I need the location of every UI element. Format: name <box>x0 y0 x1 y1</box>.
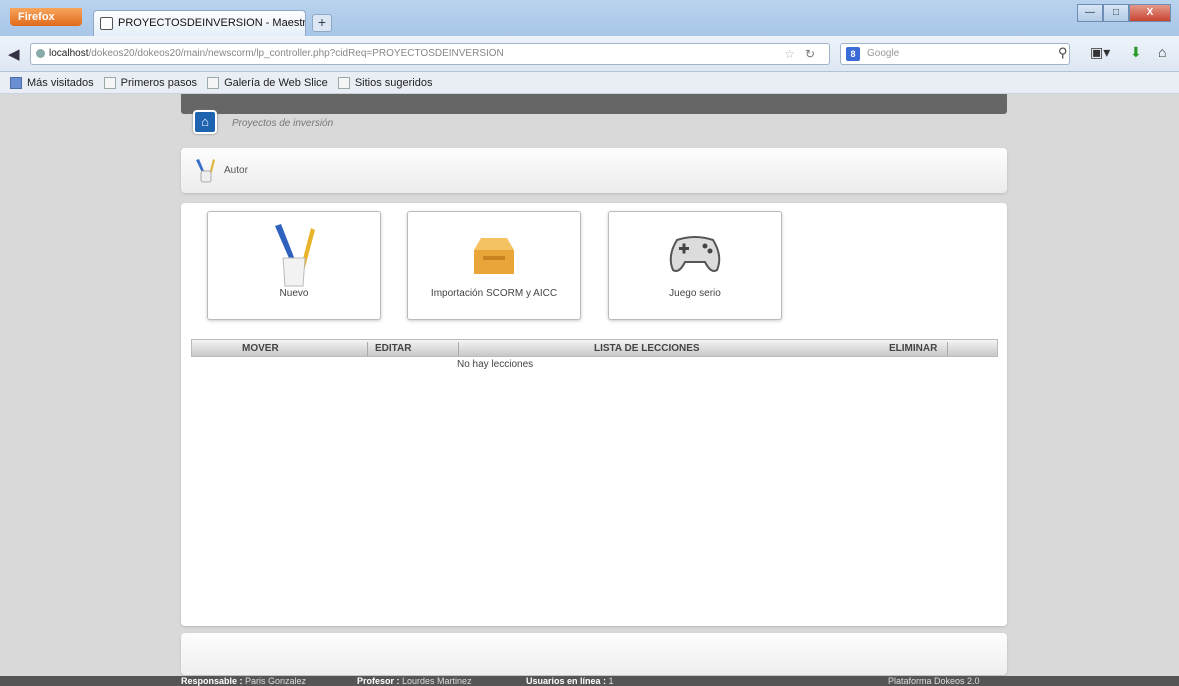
breadcrumb[interactable]: Proyectos de inversión <box>232 118 333 129</box>
column-header: LISTA DE LECCIONES <box>594 343 700 354</box>
footer-platform: Plataforma Dokeos 2.0 <box>888 676 980 686</box>
bookmark-item[interactable]: Más visitados <box>10 76 94 89</box>
home-icon[interactable]: ⌂ <box>1158 44 1166 60</box>
section-title: Autor <box>224 165 248 176</box>
lessons-table-header: MOVER EDITAR LISTA DE LECCIONES ELIMINAR <box>191 339 998 357</box>
reload-icon[interactable]: ↻ <box>805 44 815 64</box>
gamepad-icon <box>669 236 721 272</box>
footer-usuarios: Usuarios en línea : 1 <box>526 676 614 686</box>
bookmark-item[interactable]: Sitios sugeridos <box>337 76 432 89</box>
bookmark-icon <box>10 76 22 89</box>
empty-table-message: No hay lecciones <box>457 359 534 370</box>
firefox-menu-button[interactable]: Firefox <box>10 8 82 26</box>
column-header: ELIMINAR <box>889 343 938 354</box>
section-header: Autor <box>181 148 1007 193</box>
url-host: localhost <box>49 48 89 59</box>
site-identity-icon[interactable] <box>36 49 45 58</box>
search-engine-icon[interactable]: 8 <box>846 47 860 61</box>
bookmark-item[interactable]: Primeros pasos <box>103 76 197 89</box>
home-icon: ⌂ <box>201 114 209 129</box>
search-input[interactable]: 8 Google <box>840 43 1070 65</box>
search-placeholder: Google <box>867 48 900 59</box>
close-button[interactable]: X <box>1129 4 1171 22</box>
serious-game-card[interactable]: Juego serio <box>608 211 782 320</box>
page-menu-icon[interactable]: ▣▾ <box>1090 44 1110 61</box>
minimize-button[interactable]: — <box>1077 4 1103 22</box>
column-header: MOVER <box>242 343 279 354</box>
footer-responsable: Responsable : Paris Gonzalez <box>181 676 307 686</box>
browser-navbar: ◀ localhost/dokeos20/dokeos20/main/newsc… <box>0 36 1179 72</box>
window-controls: — □ X <box>1077 4 1171 22</box>
download-arrow-icon[interactable]: ⬇ <box>1130 44 1142 61</box>
page-header-bar <box>181 94 1007 114</box>
bookmark-item[interactable]: Galería de Web Slice <box>207 76 328 89</box>
tab-title: PROYECTOSDEINVERSION - Maestría en ... <box>118 17 306 29</box>
url-path: /dokeos20/dokeos20/main/newscorm/lp_cont… <box>88 48 504 59</box>
bookmark-icon <box>103 76 116 89</box>
bookmark-icon <box>337 76 350 89</box>
bookmarks-toolbar: Más visitados Primeros pasos Galería de … <box>0 72 1179 94</box>
browser-titlebar: Firefox PROYECTOSDEINVERSION - Maestría … <box>0 0 1179 36</box>
search-icon[interactable]: ⚲ <box>1058 45 1068 61</box>
address-bar[interactable]: localhost/dokeos20/dokeos20/main/newscor… <box>30 43 830 65</box>
column-header: EDITAR <box>375 343 412 354</box>
browser-tab[interactable]: PROYECTOSDEINVERSION - Maestría en ... <box>93 10 306 36</box>
footer-profesor: Profesor : Lourdes Martinez <box>357 676 472 686</box>
bookmark-star-icon[interactable]: ☆ <box>784 44 795 64</box>
box-icon <box>474 238 514 274</box>
main-panel: Nuevo Importación SCORM y AICC Juego ser… <box>181 203 1007 626</box>
course-home-button[interactable]: ⌂ <box>193 110 217 134</box>
card-label: Juego serio <box>669 288 721 299</box>
back-arrow-icon[interactable]: ◀ <box>8 45 20 63</box>
card-label: Importación SCORM y AICC <box>430 288 558 299</box>
new-tab-button[interactable]: + <box>312 14 332 32</box>
card-label: Nuevo <box>279 288 309 299</box>
page-favicon-icon <box>100 17 113 30</box>
bookmark-icon <box>207 76 220 89</box>
page-footer-bar: Responsable : Paris Gonzalez Profesor : … <box>0 676 1179 686</box>
author-pen-icon <box>196 159 215 183</box>
import-scorm-card[interactable]: Importación SCORM y AICC <box>407 211 581 320</box>
maximize-button[interactable]: □ <box>1103 4 1129 22</box>
footer-panel <box>181 633 1007 675</box>
pen-cup-icon <box>275 224 315 287</box>
new-lesson-card[interactable]: Nuevo <box>207 211 381 320</box>
